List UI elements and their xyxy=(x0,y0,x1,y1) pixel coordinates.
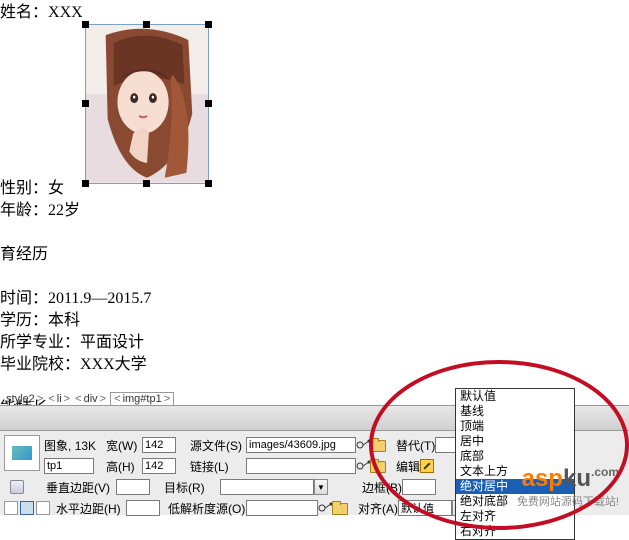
map-icon[interactable] xyxy=(10,480,24,494)
point-to-file-icon[interactable] xyxy=(356,459,370,473)
name-value: XXX xyxy=(48,4,83,21)
browse-folder-icon[interactable] xyxy=(370,459,386,473)
tag-img[interactable]: img#tp1 xyxy=(122,393,163,405)
alt-label: 替代(T) xyxy=(396,437,435,454)
watermark: aspku.com 免费网站源码下载站! xyxy=(517,465,619,509)
resize-handle[interactable] xyxy=(82,180,89,187)
link-label: 链接(L) xyxy=(190,458,246,475)
target-input[interactable] xyxy=(220,479,314,495)
hspace-input[interactable] xyxy=(126,500,160,516)
align-option[interactable]: 左对齐 xyxy=(456,509,574,524)
hspace-label: 水平边距(H) xyxy=(56,500,126,517)
src-input[interactable] xyxy=(246,437,356,453)
resize-handle[interactable] xyxy=(143,180,150,187)
align-option[interactable]: 底部 xyxy=(456,449,574,464)
thumb-size: 13K xyxy=(75,439,96,453)
image-thumbnail[interactable] xyxy=(4,435,40,471)
edu-header: 育经历 xyxy=(0,244,629,266)
align-option[interactable]: 基线 xyxy=(456,404,574,419)
time-value: 2011.9—2015.7 xyxy=(48,290,151,307)
browse-folder-icon[interactable] xyxy=(332,501,348,515)
major-value: 平面设计 xyxy=(80,334,144,351)
school-value: XXX大学 xyxy=(80,356,147,373)
resize-handle[interactable] xyxy=(205,180,212,187)
gender-value: 女 xyxy=(48,180,64,197)
resize-handle[interactable] xyxy=(143,21,150,28)
photo-selected[interactable] xyxy=(85,24,209,184)
school-label: 毕业院校： xyxy=(0,356,80,373)
align-dropdown-menu[interactable]: 默认值基线顶端居中底部文本上方绝对居中绝对底部左对齐右对齐 xyxy=(455,388,575,540)
vspace-label: 垂直边距(V) xyxy=(46,479,116,496)
target-label: 目标(R) xyxy=(164,479,220,496)
width-input[interactable] xyxy=(142,437,176,453)
tag-style[interactable]: style2 xyxy=(5,393,36,405)
thumb-type: 图象, xyxy=(44,439,71,453)
align-option[interactable]: 右对齐 xyxy=(456,524,574,539)
name-label: 姓名： xyxy=(0,4,48,21)
lowsrc-label: 低解析度源(O) xyxy=(168,500,246,517)
time-label: 时间： xyxy=(0,290,48,307)
align-option[interactable]: 默认值 xyxy=(456,389,574,404)
tag-selector-bar[interactable]: .style2> <li> <div> <img#tp1> xyxy=(0,392,174,406)
width-label: 宽(W) xyxy=(106,437,142,454)
major-label: 所学专业： xyxy=(0,334,80,351)
align-label: 对齐(A) xyxy=(358,500,398,517)
edit-label: 编辑 xyxy=(396,458,420,475)
point-to-file-icon[interactable] xyxy=(356,438,370,452)
image-name-input[interactable] xyxy=(44,458,94,474)
degree-label: 学历： xyxy=(0,312,48,329)
age-label: 年龄： xyxy=(0,202,48,219)
degree-value: 本科 xyxy=(48,312,80,329)
browse-folder-icon[interactable] xyxy=(370,438,386,452)
resize-handle[interactable] xyxy=(205,21,212,28)
src-label: 源文件(S) xyxy=(190,437,246,454)
border-input[interactable] xyxy=(402,479,436,495)
gender-label: 性别： xyxy=(0,180,48,197)
resize-handle[interactable] xyxy=(82,100,89,107)
align-input[interactable] xyxy=(398,500,452,516)
age-value: 22岁 xyxy=(48,202,80,219)
vspace-input[interactable] xyxy=(116,479,150,495)
target-dropdown[interactable]: ▼ xyxy=(314,479,328,495)
point-to-file-icon[interactable] xyxy=(318,501,332,515)
resize-handle[interactable] xyxy=(205,100,212,107)
link-input[interactable] xyxy=(246,458,356,474)
edit-icon[interactable] xyxy=(420,459,434,473)
border-label: 边框(B) xyxy=(362,479,402,496)
map-tools[interactable] xyxy=(4,501,50,515)
height-label: 高(H) xyxy=(106,458,142,475)
align-option[interactable]: 顶端 xyxy=(456,419,574,434)
profile-photo xyxy=(86,25,208,183)
tag-div[interactable]: div xyxy=(83,393,99,405)
height-input[interactable] xyxy=(142,458,176,474)
lowsrc-input[interactable] xyxy=(246,500,318,516)
tag-li[interactable]: li xyxy=(56,393,63,405)
align-option[interactable]: 居中 xyxy=(456,434,574,449)
resize-handle[interactable] xyxy=(82,21,89,28)
